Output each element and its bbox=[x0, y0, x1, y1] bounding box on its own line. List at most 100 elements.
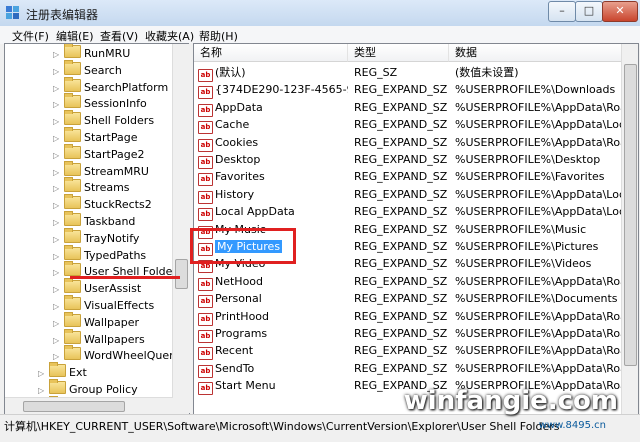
expand-arrow-icon[interactable]: ▷ bbox=[53, 248, 61, 265]
registry-tree[interactable]: ▷ RunMRU ▷ Search ▷ SearchPlatform ▷ SessionInf… bbox=[4, 43, 190, 415]
value-name: SendTo bbox=[215, 361, 255, 375]
value-row[interactable]: ab (默认) REG_SZ (数值未设置) bbox=[194, 64, 622, 82]
value-name-cell: ab Programs bbox=[198, 325, 348, 343]
expand-arrow-icon[interactable]: ▷ bbox=[53, 96, 61, 113]
folder-icon bbox=[49, 362, 66, 378]
minimize-button[interactable]: – bbox=[548, 1, 576, 22]
value-row[interactable]: ab NetHood REG_EXPAND_SZ %USERPROFILE%\AppD… bbox=[194, 273, 622, 291]
tree-item-label: Wallpapers bbox=[84, 332, 145, 346]
expand-arrow-icon[interactable]: ▷ bbox=[53, 197, 61, 214]
tree-item-label: WordWheelQuery bbox=[84, 349, 181, 363]
watermark-url: www.8495.cn bbox=[538, 420, 606, 431]
value-data: %USERPROFILE%\AppData\Roam bbox=[455, 309, 622, 323]
string-value-icon: ab bbox=[198, 330, 213, 343]
expand-arrow-icon[interactable]: ▷ bbox=[53, 315, 61, 332]
menu-favorites[interactable]: 收藏夹(A) bbox=[145, 28, 194, 44]
value-row[interactable]: ab Personal REG_EXPAND_SZ %USERPROFILE%\Doc… bbox=[194, 290, 622, 309]
value-name-cell: ab SendTo bbox=[198, 360, 348, 378]
tree-item-label: Taskband bbox=[84, 215, 136, 228]
string-value-icon: ab bbox=[198, 347, 213, 361]
folder-icon bbox=[64, 177, 81, 193]
string-value-icon: ab bbox=[198, 138, 213, 152]
value-data: %USERPROFILE%\Music bbox=[455, 222, 587, 236]
folder-icon bbox=[64, 127, 81, 142]
value-name: Cookies bbox=[215, 135, 259, 149]
folder-icon bbox=[64, 76, 81, 92]
scrollbar-thumb[interactable] bbox=[23, 401, 125, 412]
string-value-icon: ab bbox=[198, 190, 213, 204]
value-row[interactable]: ab Local AppData REG_EXPAND_SZ %USERPROFILE… bbox=[194, 203, 622, 222]
value-data: %USERPROFILE%\AppData\Roam bbox=[455, 135, 622, 149]
value-type: REG_EXPAND_SZ bbox=[354, 240, 448, 253]
expand-arrow-icon[interactable]: ▷ bbox=[53, 298, 61, 315]
value-row[interactable]: ab{374DE290-123F-4565-916... REG_EXPAND_S… bbox=[194, 81, 622, 100]
title-bar: 注册表编辑器 – □ ✕ bbox=[0, 0, 640, 27]
value-data: %USERPROFILE%\Documents bbox=[455, 292, 618, 306]
expand-arrow-icon[interactable]: ▷ bbox=[53, 264, 61, 281]
value-row[interactable]: ab Cache REG_EXPAND_SZ %USERPROFILE%\AppDat… bbox=[194, 116, 622, 135]
string-value-icon: ab bbox=[198, 312, 213, 326]
column-header-data[interactable]: 数据 bbox=[449, 44, 638, 62]
value-row[interactable]: ab Programs REG_EXPAND_SZ %USERPROFILE%\App… bbox=[194, 325, 622, 343]
value-row[interactable]: ab Recent REG_EXPAND_SZ %USERPROFILE%\AppDa… bbox=[194, 342, 622, 361]
registry-editor-icon bbox=[6, 6, 19, 19]
value-data: (数值未设置) bbox=[455, 66, 519, 79]
string-value-icon: ab bbox=[198, 382, 213, 396]
values-vertical-scrollbar[interactable] bbox=[621, 44, 638, 414]
tree-item-label: Shell Folders bbox=[84, 114, 155, 128]
value-row[interactable]: ab Desktop REG_EXPAND_SZ %USERPROFILE%\Desk… bbox=[194, 151, 622, 169]
expand-arrow-icon[interactable]: ▷ bbox=[53, 80, 61, 97]
value-row[interactable]: ab Cookies REG_EXPAND_SZ %USERPROFILE%\AppD… bbox=[194, 134, 622, 152]
tree-item-label: VisualEffects bbox=[84, 299, 155, 312]
string-value-icon: ab bbox=[198, 86, 213, 100]
tree-item[interactable]: ▷ Ext bbox=[38, 362, 87, 382]
value-data: %USERPROFILE%\AppData\Roam bbox=[455, 100, 622, 114]
value-type: REG_EXPAND_SZ bbox=[354, 361, 448, 375]
value-type: REG_EXPAND_SZ bbox=[354, 222, 448, 236]
tree-vertical-scrollbar[interactable] bbox=[172, 44, 189, 414]
value-type: REG_EXPAND_SZ bbox=[354, 187, 448, 201]
folder-icon bbox=[64, 261, 81, 277]
scrollbar-thumb[interactable] bbox=[624, 64, 637, 366]
tree-item-label: StartPage2 bbox=[84, 147, 145, 161]
value-row[interactable]: ab SendTo REG_EXPAND_SZ %USERPROFILE%\AppDa… bbox=[194, 360, 622, 378]
expand-arrow-icon[interactable]: ▷ bbox=[53, 147, 61, 164]
expand-arrow-icon[interactable]: ▷ bbox=[53, 180, 61, 197]
close-button[interactable]: ✕ bbox=[602, 1, 638, 22]
expand-arrow-icon[interactable]: ▷ bbox=[53, 332, 61, 349]
string-value-icon: ab bbox=[198, 364, 213, 378]
value-data: %USERPROFILE%\AppData\Local bbox=[455, 205, 622, 219]
expand-arrow-icon[interactable]: ▷ bbox=[53, 164, 61, 181]
folder-icon bbox=[64, 160, 81, 176]
column-header-name[interactable]: 名称 bbox=[194, 44, 348, 62]
expand-arrow-icon[interactable]: ▷ bbox=[53, 281, 61, 298]
value-row[interactable]: ab History REG_EXPAND_SZ %USERPROFILE%\AppD… bbox=[194, 186, 622, 204]
column-header-type[interactable]: 类型 bbox=[348, 44, 449, 62]
string-value-icon: ab bbox=[198, 277, 213, 291]
expand-arrow-icon[interactable]: ▷ bbox=[53, 231, 61, 248]
maximize-button[interactable]: □ bbox=[575, 1, 603, 22]
tree-horizontal-scrollbar[interactable] bbox=[5, 397, 173, 414]
tree-item-label: StartPage bbox=[84, 131, 138, 144]
tree-item-label: RunMRU bbox=[84, 47, 131, 60]
underline-user-shell-folders bbox=[70, 276, 180, 279]
value-type: REG_EXPAND_SZ bbox=[354, 153, 448, 166]
scrollbar-thumb[interactable] bbox=[175, 259, 188, 289]
menu-view[interactable]: 查看(V) bbox=[100, 28, 138, 44]
value-row[interactable]: ab Favorites REG_EXPAND_SZ %USERPROFILE%\Fa… bbox=[194, 168, 622, 187]
value-name-cell: ab Recent bbox=[198, 342, 348, 361]
string-value-icon: ab bbox=[198, 69, 213, 82]
menu-help[interactable]: 帮助(H) bbox=[199, 28, 238, 44]
value-name: Programs bbox=[215, 327, 268, 340]
menu-edit[interactable]: 编辑(E) bbox=[56, 28, 94, 44]
expand-arrow-icon[interactable]: ▷ bbox=[53, 46, 61, 63]
expand-arrow-icon[interactable]: ▷ bbox=[53, 63, 61, 80]
tree-item[interactable]: ▷ WordWheelQuery bbox=[53, 345, 181, 364]
value-row[interactable]: ab AppData REG_EXPAND_SZ %USERPROFILE%\AppD… bbox=[194, 99, 622, 117]
expand-arrow-icon[interactable]: ▷ bbox=[53, 130, 61, 147]
expand-arrow-icon[interactable]: ▷ bbox=[53, 214, 61, 231]
menu-file[interactable]: 文件(F) bbox=[12, 28, 49, 44]
value-row[interactable]: ab PrintHood REG_EXPAND_SZ %USERPROFILE%\Ap… bbox=[194, 308, 622, 326]
expand-arrow-icon[interactable]: ▷ bbox=[53, 113, 61, 130]
expand-arrow-icon[interactable]: ▷ bbox=[38, 365, 46, 382]
